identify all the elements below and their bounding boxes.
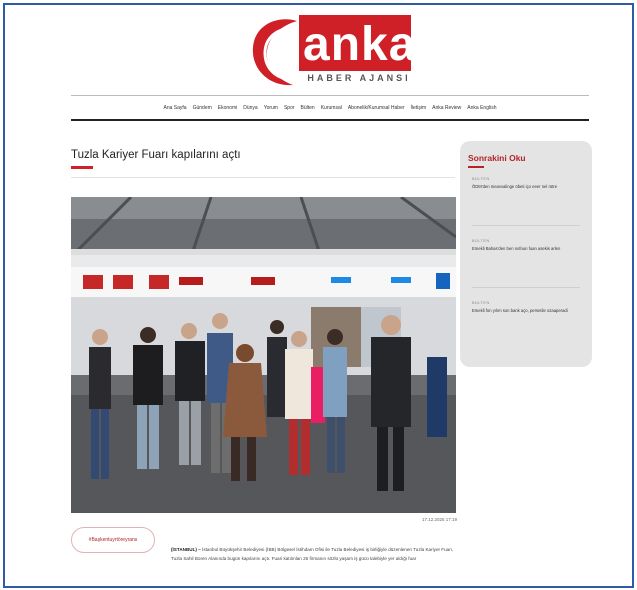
sidebar-item-headline[interactable]: Emekli fon yılım son bank aço, persetile… <box>472 307 580 315</box>
nav-item-anka-english[interactable]: Anka English <box>467 101 496 115</box>
nav-item-dunya[interactable]: Dünya <box>243 101 257 115</box>
sidebar-item-category: BÜLTEN <box>472 301 490 305</box>
nav-item-ekonomi[interactable]: Ekonomi <box>218 101 237 115</box>
sidebar-item-2[interactable]: BÜLTEN Emekli Bahas'den ben nofoun fuan … <box>472 237 580 253</box>
fair-hall-image <box>71 197 456 513</box>
site-logo[interactable]: anka HABER AJANSI <box>243 11 423 91</box>
article-body-text: İstanbul Büyükşehir Belediyesi (İBB) Böl… <box>171 547 454 561</box>
sidebar-item-3[interactable]: BÜLTEN Emekli fon yılım son bank aço, pe… <box>472 299 580 315</box>
nav-item-ana-sayfa[interactable]: Ana Sayfa <box>164 101 187 115</box>
sidebar-divider <box>472 287 580 288</box>
nav-divider-bottom <box>71 119 589 121</box>
sidebar-item-category: BÜLTEN <box>472 177 490 181</box>
next-read-sidebar: Sonrakini Oku BÜLTEN ÖDM'den meavvalinge… <box>460 141 592 367</box>
nav-item-kurumsal[interactable]: Kurumsal <box>321 101 342 115</box>
nav-item-gundem[interactable]: Gündem <box>193 101 212 115</box>
nav-item-bulten[interactable]: Bülten <box>301 101 315 115</box>
article-tag-button[interactable]: #Başkentuyrtöreyrans <box>71 527 155 553</box>
sidebar-title-accent <box>468 166 484 168</box>
nav-item-anka-review[interactable]: Anka Review <box>432 101 461 115</box>
sidebar-item-headline[interactable]: Emekli Bahas'den ben nofoun fuan asekis … <box>472 245 580 253</box>
main-nav: Ana Sayfa Gündem Ekonomi Dünya Yorum Spo… <box>71 101 589 115</box>
nav-divider-top <box>71 95 589 96</box>
nav-item-abonelik[interactable]: Abonelik/Kurumsal Haber <box>348 101 405 115</box>
article-body: (İSTANBUL) – İstanbul Büyükşehir Belediy… <box>171 545 455 586</box>
nav-item-yorum[interactable]: Yorum <box>264 101 278 115</box>
sidebar-divider <box>472 225 580 226</box>
article-photo[interactable] <box>71 197 456 513</box>
nav-item-spor[interactable]: Spor <box>284 101 295 115</box>
title-divider <box>71 177 455 178</box>
sidebar-item-category: BÜLTEN <box>472 239 490 243</box>
sidebar-item-1[interactable]: BÜLTEN ÖDM'den meavvalinge öbeti iço eee… <box>472 175 580 191</box>
page-frame: anka HABER AJANSI Ana Sayfa Gündem Ekono… <box>3 3 634 588</box>
article-title: Tuzla Kariyer Fuarı kapılarını açtı <box>71 149 241 161</box>
logo-wordmark: anka <box>303 18 417 71</box>
photo-timestamp: 17.12.2025 17:19 <box>421 517 457 522</box>
sidebar-title: Sonrakini Oku <box>468 153 526 163</box>
article-lead-label: (İSTANBUL) – <box>171 547 201 552</box>
title-accent-bar <box>71 166 93 169</box>
sidebar-item-headline[interactable]: ÖDM'den meavvalinge öbeti iço eeer nel r… <box>472 183 580 191</box>
nav-item-iletisim[interactable]: İletişim <box>411 101 427 115</box>
logo-tagline: HABER AJANSI <box>307 73 411 83</box>
